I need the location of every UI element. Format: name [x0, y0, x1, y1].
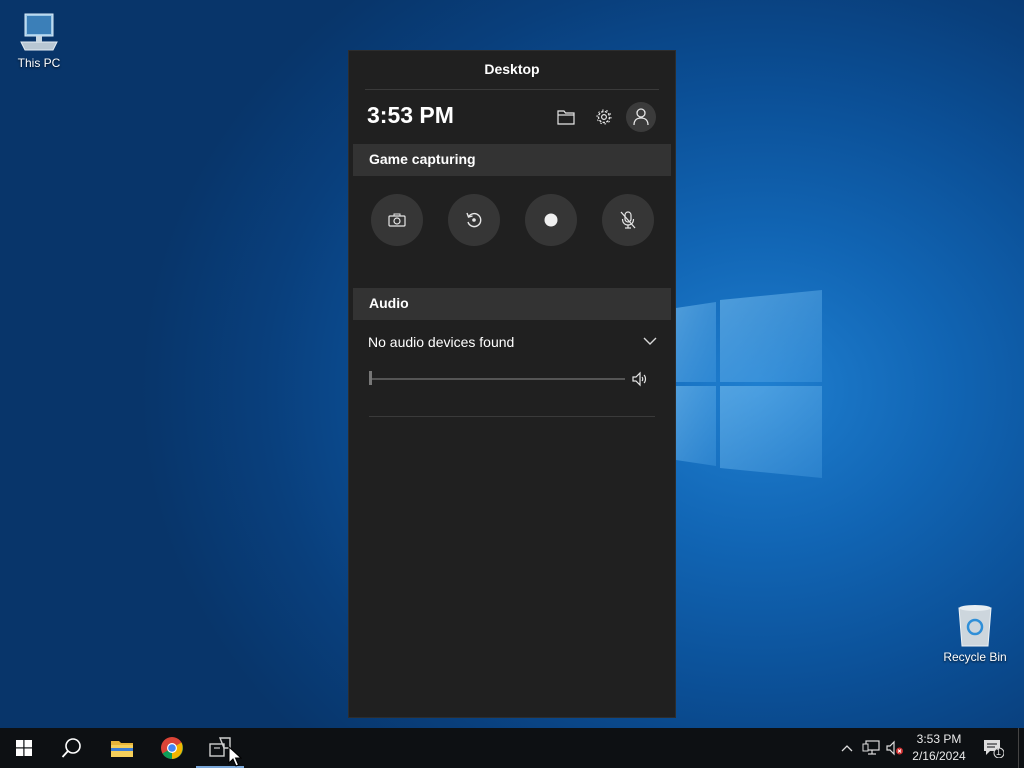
action-center-button[interactable]: 1	[980, 728, 1006, 768]
volume-slider[interactable]	[370, 378, 625, 380]
screenshot-button[interactable]	[371, 194, 423, 246]
audio-device-text: No audio devices found	[368, 334, 515, 350]
mouse-cursor-icon	[228, 746, 242, 767]
chrome-icon	[161, 737, 183, 759]
file-explorer-icon	[111, 741, 133, 757]
chrome-button[interactable]	[148, 728, 196, 768]
game-bar-panel: Desktop 3:53 PM Game capturing Audio No …	[348, 50, 676, 718]
person-icon	[633, 108, 649, 126]
account-button[interactable]	[626, 102, 656, 132]
microphone-toggle-button[interactable]	[602, 194, 654, 246]
taskbar-clock[interactable]: 3:53 PM 2/16/2024	[900, 731, 978, 765]
replay-icon	[466, 212, 482, 228]
section-header-audio: Audio	[353, 288, 671, 320]
desktop-icon-label: This PC	[17, 56, 61, 70]
start-button[interactable]	[0, 728, 48, 768]
audio-device-dropdown[interactable]: No audio devices found	[349, 320, 675, 364]
clock-time: 3:53 PM	[367, 102, 454, 128]
chevron-down-icon	[643, 337, 657, 345]
desktop-icon-label: Recycle Bin	[943, 650, 1007, 664]
desktop-icon-recycle-bin[interactable]: Recycle Bin	[937, 602, 1013, 664]
taskbar-date: 2/16/2024	[912, 749, 966, 763]
taskbar: 3:53 PM 2/16/2024 1	[0, 728, 1024, 768]
search-icon	[61, 738, 81, 758]
start-recording-button[interactable]	[525, 194, 577, 246]
record-last-30-seconds-button[interactable]	[448, 194, 500, 246]
computer-icon	[20, 13, 58, 51]
capture-buttons	[349, 176, 675, 288]
taskbar-time: 3:53 PM	[916, 732, 962, 746]
microphone-off-icon	[620, 211, 636, 229]
camera-icon	[388, 213, 406, 227]
network-icon	[862, 740, 880, 755]
show-hidden-icons-button[interactable]	[838, 728, 856, 768]
show-desktop-button[interactable]	[1018, 728, 1024, 768]
file-explorer-button[interactable]	[98, 728, 146, 768]
notification-count: 1	[996, 747, 1002, 757]
desktop-icon-this-pc[interactable]: This PC	[1, 10, 77, 70]
volume-slider-thumb[interactable]	[369, 371, 372, 385]
recycle-bin-icon	[958, 605, 992, 647]
open-captures-folder-button[interactable]	[551, 102, 581, 132]
windows-icon	[16, 740, 32, 756]
volume-slider-row	[349, 364, 675, 404]
folder-icon	[557, 110, 575, 125]
windows-wallpaper-logo	[676, 290, 822, 478]
chevron-up-icon	[841, 745, 853, 752]
gear-icon	[596, 109, 612, 125]
record-icon	[544, 213, 558, 227]
network-tray-button[interactable]	[860, 728, 882, 768]
settings-button[interactable]	[589, 102, 619, 132]
clock-row: 3:53 PM	[349, 90, 675, 144]
audio-divider	[369, 416, 655, 417]
panel-title: Desktop	[365, 51, 659, 90]
search-button[interactable]	[48, 728, 96, 768]
speaker-icon[interactable]	[631, 370, 649, 388]
section-header-game-capturing: Game capturing	[353, 144, 671, 176]
